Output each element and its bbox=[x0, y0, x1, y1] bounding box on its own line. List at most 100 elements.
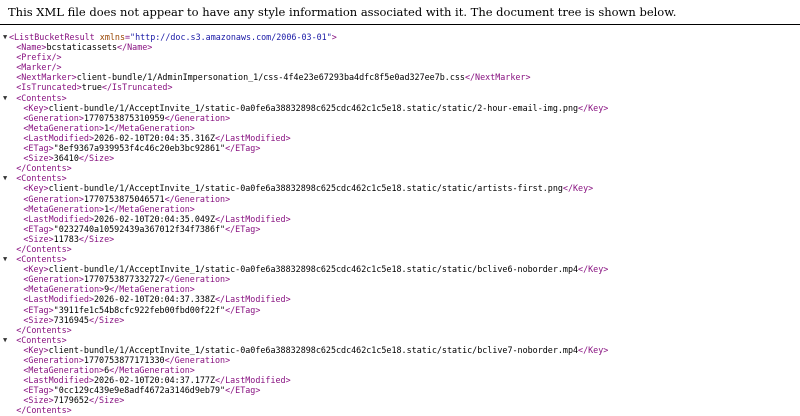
xml-document-tree: ▼ <ListBucketResult xmlns="http://doc.s3.… bbox=[0, 32, 800, 416]
root-tag-name: ListBucketResult bbox=[14, 32, 95, 42]
collapse-toggle-icon[interactable]: ▼ bbox=[3, 32, 7, 42]
marker-element: <Marker/> bbox=[0, 62, 800, 72]
xml-tag: </MetaGeneration> bbox=[109, 203, 195, 214]
collapse-toggle-icon[interactable]: ▼ bbox=[3, 254, 7, 264]
key-element: <Key>client-bundle/1/AcceptInvite_1/stat… bbox=[0, 183, 800, 193]
xml-tag: </Generation> bbox=[164, 112, 231, 123]
xml-tag: <Name> bbox=[16, 42, 47, 53]
xml-tag: </Name> bbox=[117, 42, 153, 53]
xml-tag: <ETag> bbox=[23, 143, 54, 154]
last-modified-element-value: 2026-02-10T20:04:35.316Z bbox=[93, 132, 215, 143]
contents-close-tag: </Contents> bbox=[0, 405, 800, 415]
xml-tag: > bbox=[331, 32, 337, 42]
xml-tag: <Size> bbox=[23, 153, 54, 164]
xml-tag: </Key> bbox=[562, 183, 594, 194]
generation-element: <Generation>1770753877171330</Generation… bbox=[0, 355, 800, 365]
xml-tag: </Contents> bbox=[16, 405, 72, 416]
key-element-value: client-bundle/1/AcceptInvite_1/static-0a… bbox=[48, 344, 579, 355]
is-truncated-element-value: true bbox=[81, 82, 102, 93]
xml-tag: <Key> bbox=[23, 102, 49, 113]
etag-element: <ETag>"3911fe1c54b8cfc922feb00fbd00f22f"… bbox=[0, 305, 800, 315]
is-truncated-element: <IsTruncated>true</IsTruncated> bbox=[0, 82, 800, 92]
xml-tag: <Generation> bbox=[23, 355, 84, 365]
contents-close-tag: </Contents> bbox=[0, 244, 800, 254]
contents-open-tag: ▼ <Contents> bbox=[0, 93, 800, 103]
generation-element: <Generation>1770753875310959</Generation… bbox=[0, 113, 800, 123]
meta-generation-element: <MetaGeneration>1</MetaGeneration> bbox=[0, 204, 800, 214]
etag-element: <ETag>"8ef9367a939953f4c46c20eb3bc92861"… bbox=[0, 143, 800, 153]
next-marker-element-value: client-bundle/1/AdminImpersonation_1/css… bbox=[76, 72, 465, 83]
last-modified-element: <LastModified>2026-02-10T20:04:35.049Z</… bbox=[0, 214, 800, 224]
size-element: <Size>36410</Size> bbox=[0, 153, 800, 163]
xml-tag: </MetaGeneration> bbox=[109, 122, 195, 133]
xml-tag: <IsTruncated> bbox=[16, 82, 82, 93]
meta-generation-element: <MetaGeneration>6</MetaGeneration> bbox=[0, 365, 800, 375]
xml-tag: <LastModified> bbox=[23, 132, 94, 143]
xml-tag: </Size> bbox=[88, 395, 125, 406]
key-element: <Key>client-bundle/1/AcceptInvite_1/stat… bbox=[0, 264, 800, 274]
key-element-value: client-bundle/1/AcceptInvite_1/static-0a… bbox=[48, 264, 579, 275]
last-modified-element-value: 2026-02-10T20:04:35.049Z bbox=[93, 213, 215, 224]
last-modified-element: <LastModified>2026-02-10T20:04:37.177Z</… bbox=[0, 375, 800, 385]
xml-viewer-header: This XML file does not appear to have an… bbox=[0, 0, 800, 25]
etag-element-value: "0232740a10592439a367012f34f7386f" bbox=[53, 223, 226, 234]
xml-tag: <MetaGeneration> bbox=[23, 203, 105, 214]
etag-element: <ETag>"0cc129c439e9e8adf4672a3146d9eb79"… bbox=[0, 385, 800, 395]
xml-tag: </Contents> bbox=[16, 324, 72, 335]
xml-tag: <Size> bbox=[23, 314, 54, 325]
xml-tag: </Size> bbox=[78, 153, 115, 164]
etag-element: <ETag>"0232740a10592439a367012f34f7386f"… bbox=[0, 224, 800, 234]
xml-tag: <Marker/> bbox=[16, 62, 62, 73]
xml-tag: </ETag> bbox=[225, 143, 261, 154]
xml-tag: </ETag> bbox=[225, 304, 261, 315]
xml-tag: <ETag> bbox=[23, 385, 54, 396]
size-element-value: 11783 bbox=[53, 233, 79, 244]
xml-tag: </IsTruncated> bbox=[101, 82, 173, 93]
xml-tag: </Generation> bbox=[164, 274, 231, 285]
collapse-toggle-icon[interactable]: ▼ bbox=[3, 335, 7, 345]
xml-tag: </LastModified> bbox=[215, 375, 291, 386]
prefix-element: <Prefix/> bbox=[0, 52, 800, 62]
xml-tag: </MetaGeneration> bbox=[109, 284, 195, 295]
size-element: <Size>7179652</Size> bbox=[0, 395, 800, 405]
xml-tag: </LastModified> bbox=[215, 213, 291, 224]
xml-tag: <Key> bbox=[23, 264, 49, 275]
xml-tag: <Contents> bbox=[16, 334, 67, 345]
xml-tag: </LastModified> bbox=[215, 294, 291, 305]
xml-tag: <Size> bbox=[23, 395, 54, 406]
contents-open-tag: ▼ <Contents> bbox=[0, 254, 800, 264]
generation-element: <Generation>1770753875046571</Generation… bbox=[0, 194, 800, 204]
size-element-value: 36410 bbox=[53, 153, 79, 164]
xml-tag: <Prefix/> bbox=[16, 52, 62, 63]
contents-open-tag: ▼ <Contents> bbox=[0, 335, 800, 345]
meta-generation-element: <MetaGeneration>1</MetaGeneration> bbox=[0, 123, 800, 133]
xml-tag: <Size> bbox=[23, 233, 54, 244]
contents-close-tag: </Contents> bbox=[0, 325, 800, 335]
xml-tag: <Generation> bbox=[23, 112, 84, 123]
size-element: <Size>7316945</Size> bbox=[0, 315, 800, 325]
collapse-toggle-icon[interactable]: ▼ bbox=[3, 93, 7, 103]
generation-element-value: 1770753877171330 bbox=[83, 355, 165, 365]
xml-tag: <MetaGeneration> bbox=[23, 122, 105, 133]
xml-tag: <Contents> bbox=[16, 254, 67, 265]
xml-tag: <Generation> bbox=[23, 274, 84, 285]
root-open-tag: ▼ <ListBucketResult xmlns="http://doc.s3.… bbox=[0, 32, 800, 42]
generation-element-value: 1770753875310959 bbox=[83, 112, 165, 123]
collapse-toggle-icon[interactable]: ▼ bbox=[3, 173, 7, 183]
name-element: <Name>bcstaticassets</Name> bbox=[0, 42, 800, 52]
size-element-value: 7316945 bbox=[53, 314, 89, 325]
xml-tag: </Size> bbox=[88, 314, 125, 325]
generation-element-value: 1770753875046571 bbox=[83, 193, 165, 204]
xml-tag: <MetaGeneration> bbox=[23, 365, 105, 376]
xml-tag: <ETag> bbox=[23, 223, 54, 234]
key-element: <Key>client-bundle/1/AcceptInvite_1/stat… bbox=[0, 345, 800, 355]
no-style-notice: This XML file does not appear to have an… bbox=[8, 5, 677, 19]
xml-tag: </Key> bbox=[578, 102, 609, 113]
xml-tag: <Generation> bbox=[23, 193, 84, 204]
etag-element-value: "3911fe1c54b8cfc922feb00fbd00f22f" bbox=[53, 304, 226, 315]
xml-tag: </Size> bbox=[78, 233, 115, 244]
size-element: <Size>11783</Size> bbox=[0, 234, 800, 244]
etag-element-value: "0cc129c439e9e8adf4672a3146d9eb79" bbox=[53, 385, 226, 396]
contents-close-tag: </Contents> bbox=[0, 163, 800, 173]
generation-element: <Generation>1770753877332727</Generation… bbox=[0, 274, 800, 284]
